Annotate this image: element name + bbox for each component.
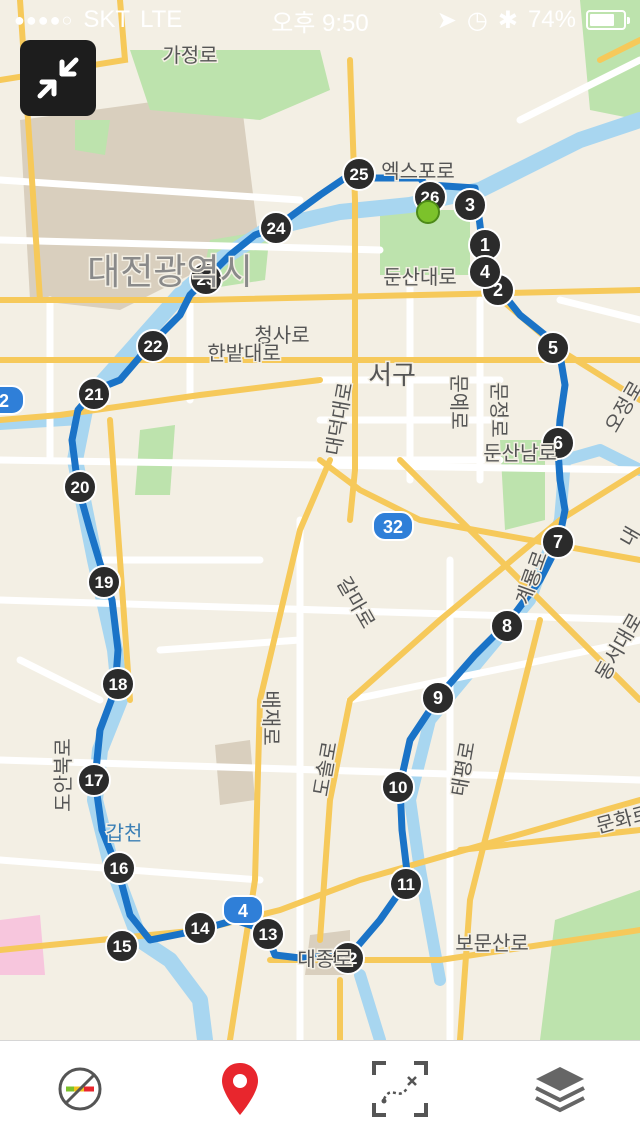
map-label-gajeong-ro: 가정로 [162, 44, 217, 67]
status-bar: ●●●●○ SKT LTE 오후 9:50 ➤ ◷ ✱ 74% [0, 0, 640, 40]
map-label-daejeon-city: 대전광역시 [87, 251, 253, 292]
route-marker-15: 15 [105, 929, 139, 963]
route-marker-16: 16 [102, 851, 136, 885]
map-label-bomunsan-ro: 보문산로 [455, 932, 529, 955]
route-marker-label: 4 [480, 262, 490, 282]
route-marker-label: 14 [191, 919, 210, 938]
route-marker-25: 25 [342, 157, 376, 191]
map-label-daejong-ro: 대종로 [297, 948, 352, 971]
collapse-arrows-icon [37, 57, 79, 99]
shield-route-4: 4 [222, 895, 264, 925]
battery-icon [586, 10, 630, 30]
layers-icon [535, 1066, 585, 1112]
carrier-name: SKT [83, 6, 131, 33]
route-marker-label: 1 [480, 235, 490, 255]
route-marker-label: 19 [95, 573, 114, 592]
speed-layer-icon [58, 1067, 102, 1110]
route-marker-label: 13 [259, 925, 278, 944]
route-marker-label: 20 [71, 478, 90, 497]
svg-text:2: 2 [0, 391, 9, 411]
route-marker-20: 20 [63, 470, 97, 504]
route-select-button[interactable] [360, 1049, 440, 1129]
map-canvas[interactable]: 1234567891011121314151617181920212223242… [0, 0, 640, 1040]
shield-route-32: 32 [372, 511, 414, 541]
bluetooth-icon: ✱ [497, 6, 518, 34]
route-marker-11: 11 [389, 867, 423, 901]
route-marker-4: 4 [468, 255, 502, 289]
route-marker-22: 22 [136, 329, 170, 363]
location-pin-button[interactable] [200, 1049, 280, 1129]
map-label-dunsan-daero: 둔산대로 [383, 266, 457, 289]
route-marker-5: 5 [536, 331, 570, 365]
route-marker-7: 7 [541, 525, 575, 559]
route-marker-label: 17 [85, 771, 104, 790]
network-type: LTE [140, 6, 183, 33]
location-arrow-icon: ➤ [436, 6, 457, 34]
route-marker-label: 5 [548, 338, 558, 358]
route-marker-label: 8 [502, 616, 512, 636]
svg-text:32: 32 [383, 517, 403, 537]
bottom-toolbar [0, 1040, 640, 1136]
route-marker-label: 22 [144, 337, 163, 356]
route-marker-3: 3 [453, 188, 487, 222]
speed-layer-button[interactable] [40, 1049, 120, 1129]
start-point-icon [416, 200, 440, 224]
route-marker-label: 21 [85, 385, 104, 404]
route-marker-8: 8 [490, 609, 524, 643]
route-marker-10: 10 [381, 770, 415, 804]
map-label-munjeong-ro: 문정로 [487, 382, 510, 437]
map-label-munye-ro: 문예로 [447, 374, 470, 429]
route-marker-label: 25 [350, 165, 369, 184]
route-marker-24: 24 [259, 211, 293, 245]
map-label-hanbat-daero: 한밭대로 [207, 342, 281, 365]
battery-percent: 74% [527, 6, 576, 33]
map-label-bae-jae-ro: 배재로 [259, 690, 282, 745]
map-label-expo-ro: 엑스포로 [381, 160, 455, 183]
route-marker-label: 18 [109, 675, 128, 694]
route-marker-label: 15 [113, 937, 132, 956]
route-marker-label: 24 [267, 219, 286, 238]
svg-text:4: 4 [238, 901, 248, 921]
route-marker-label: 11 [397, 875, 415, 894]
alarm-icon: ◷ [466, 6, 488, 34]
route-marker-19: 19 [87, 565, 121, 599]
layers-button[interactable] [520, 1049, 600, 1129]
location-pin-icon [222, 1062, 258, 1115]
route-marker-label: 10 [389, 778, 408, 797]
route-marker-14: 14 [183, 911, 217, 945]
route-marker-21: 21 [77, 377, 111, 411]
map-label-gapcheon: 갑천 [106, 822, 143, 845]
map-label-dunsan-nam-ro: 둔산남로 [483, 442, 557, 465]
map-label-doanbuk-ro: 도안북로 [52, 738, 75, 812]
route-marker-9: 9 [421, 681, 455, 715]
shield-route-2: 2 [0, 385, 25, 415]
exit-fullscreen-button[interactable] [20, 40, 96, 116]
map-label-seo-gu: 서구 [368, 360, 416, 390]
route-marker-label: 7 [553, 532, 563, 552]
route-marker-17: 17 [77, 763, 111, 797]
route-marker-label: 9 [433, 688, 443, 708]
route-marker-label: 3 [465, 195, 475, 215]
route-select-icon [372, 1060, 428, 1117]
route-marker-label: 16 [110, 859, 129, 878]
signal-strength-icon: ●●●●○ [14, 9, 74, 30]
route-marker-18: 18 [101, 667, 135, 701]
